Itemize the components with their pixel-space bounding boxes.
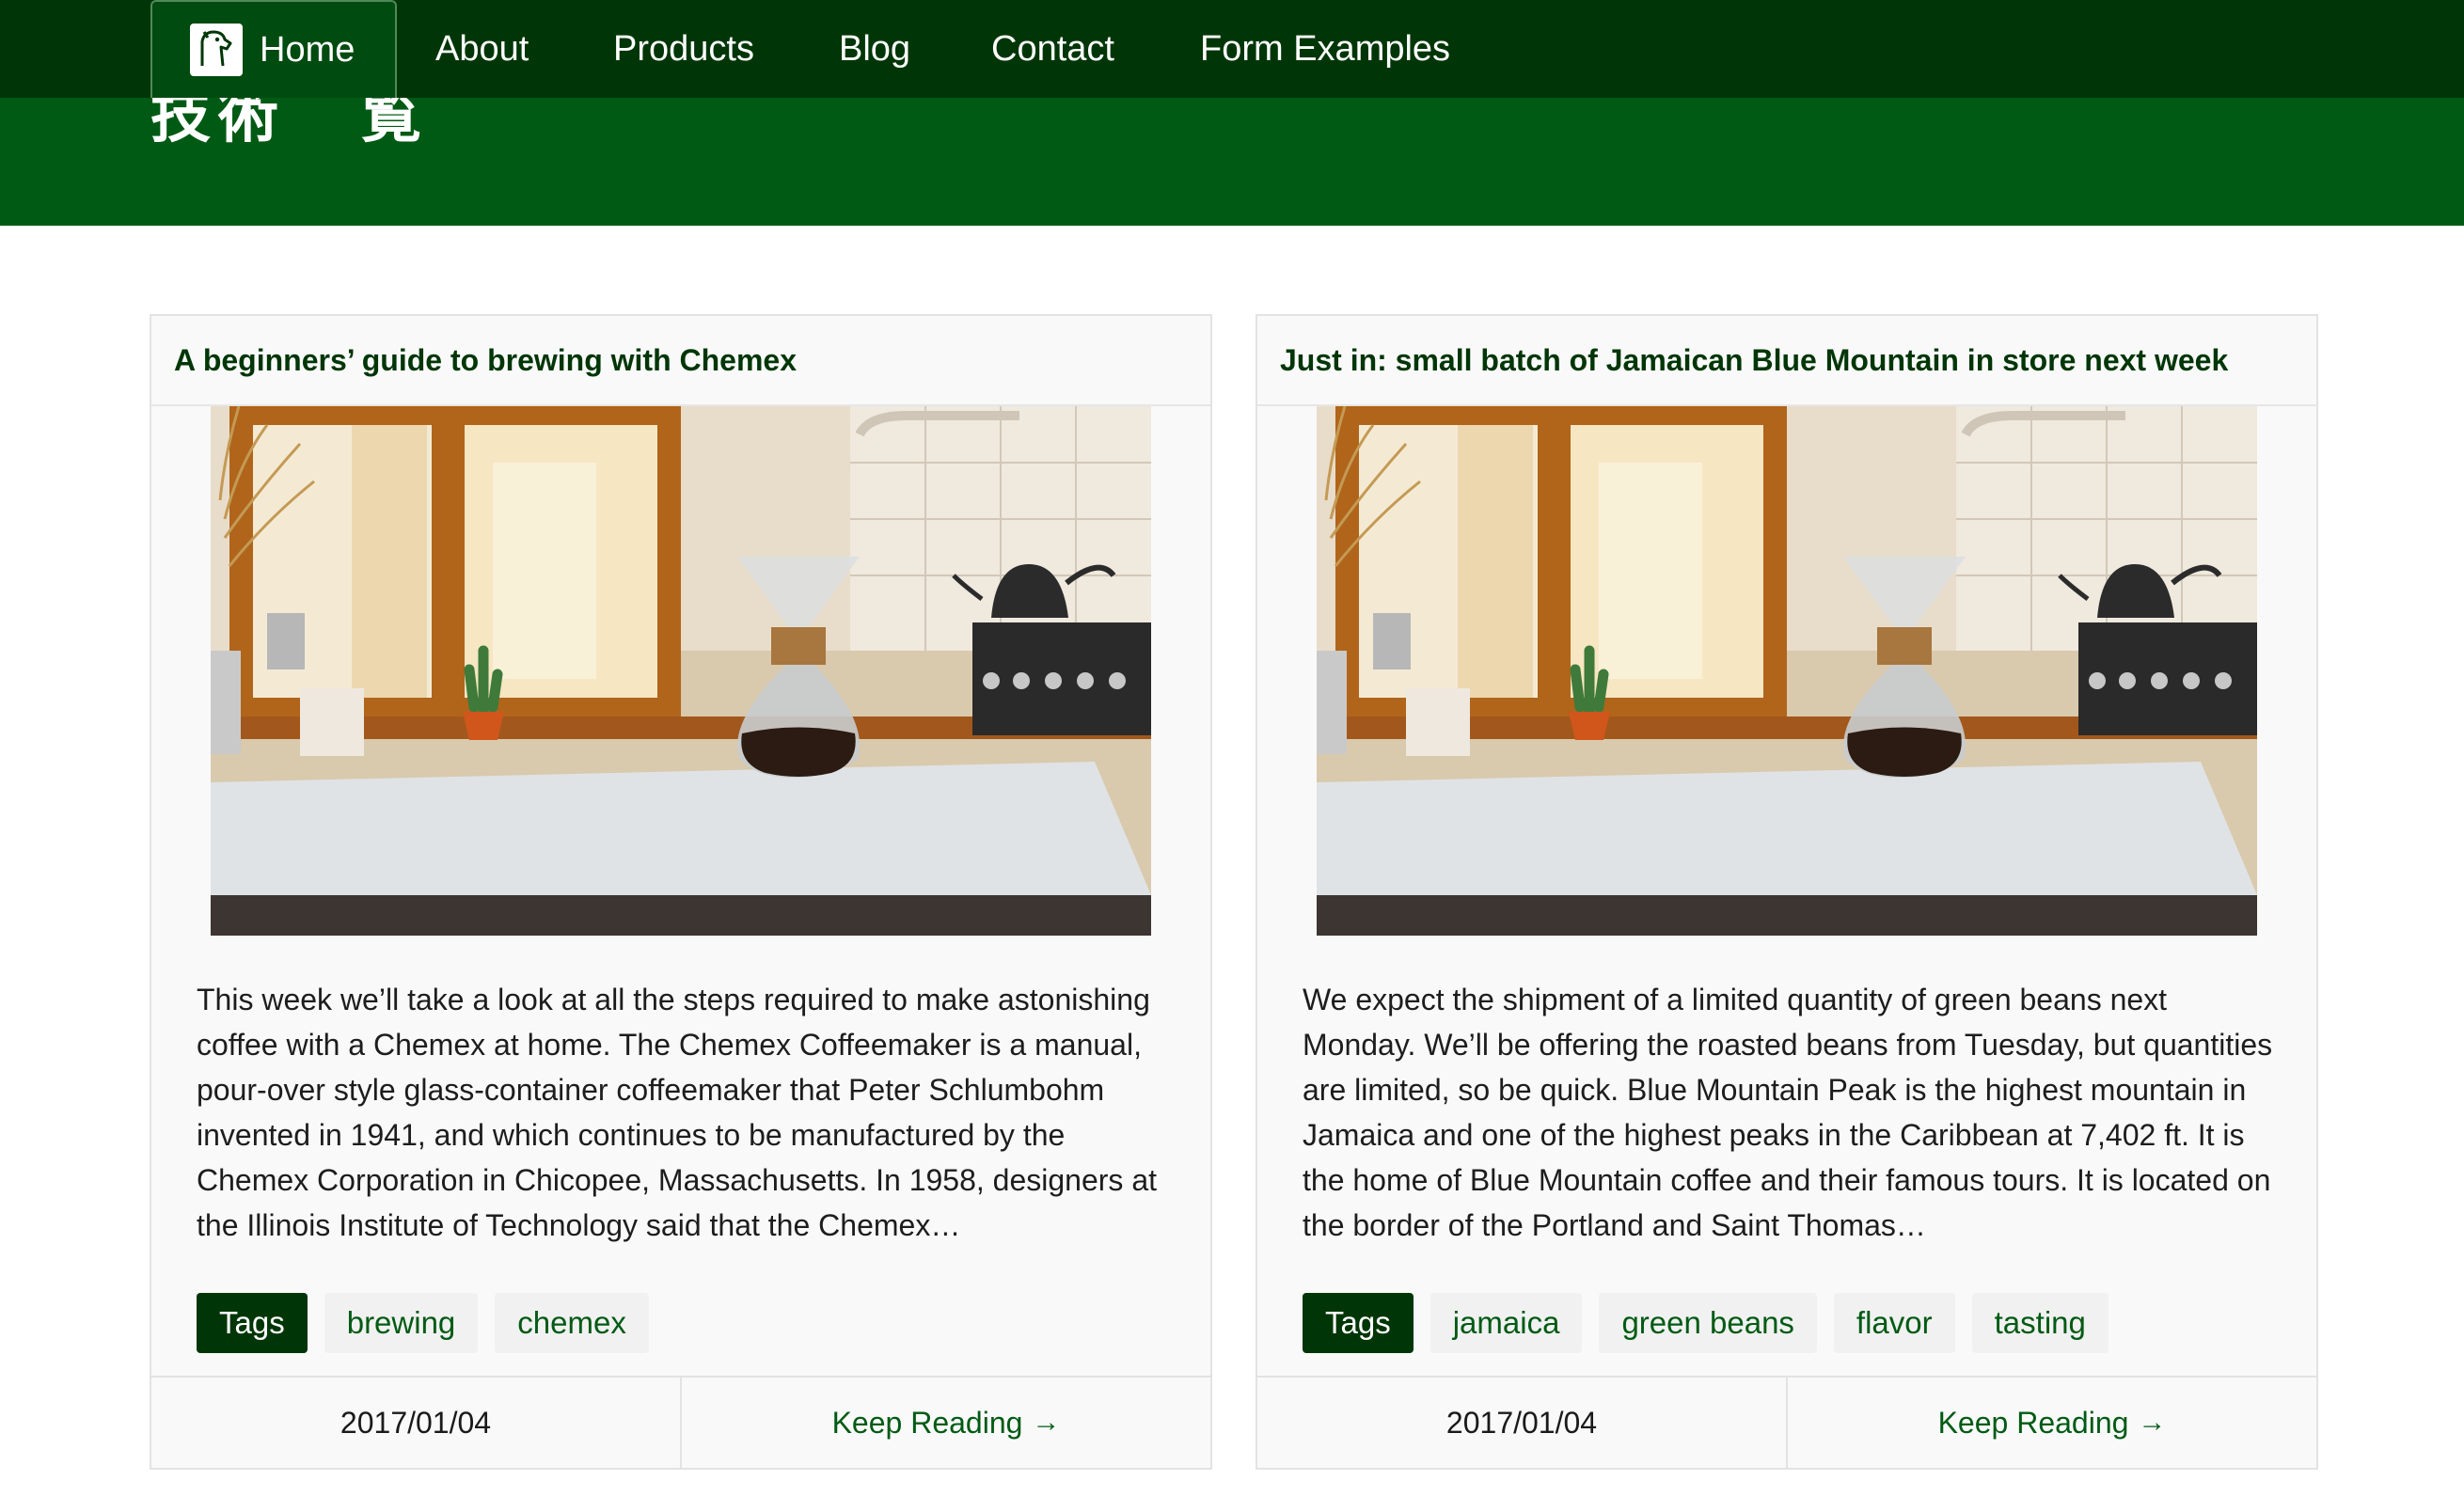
post-card: Just in: small batch of Jamaican Blue Mo… [1256, 314, 2318, 1470]
post-date: 2017/01/04 [1445, 1405, 1598, 1440]
arrow-right-icon: → [1032, 1407, 1061, 1438]
nav-item-products[interactable]: Products [613, 0, 754, 98]
nav-item-home[interactable]: Home [150, 0, 397, 98]
post-title[interactable]: Just in: small batch of Jamaican Blue Mo… [1257, 316, 2316, 406]
arrow-right-icon: → [2138, 1407, 2167, 1438]
nav-item-label: Home [260, 29, 355, 70]
tag-brewing[interactable]: brewing [324, 1293, 479, 1353]
tag-list: Tags brewing chemex [197, 1293, 1210, 1353]
keep-reading-label: Keep Reading [831, 1405, 1023, 1440]
dog-logo-icon [190, 24, 243, 76]
nav-item-form-examples[interactable]: Form Examples [1200, 0, 1450, 98]
post-excerpt: We expect the shipment of a limited quan… [1303, 983, 2273, 1242]
tag-flavor[interactable]: flavor [1833, 1293, 1955, 1353]
post-image[interactable] [1317, 406, 2257, 936]
post-title[interactable]: A beginners’ guide to brewing with Cheme… [151, 316, 1210, 406]
nav-item-about[interactable]: About [435, 0, 529, 98]
keep-reading-label: Keep Reading [1937, 1405, 2129, 1440]
keep-reading-link[interactable]: Keep Reading → [1786, 1378, 2316, 1468]
post-image[interactable] [211, 406, 1151, 936]
post-date: 2017/01/04 [340, 1405, 492, 1440]
tags-label: Tags [1303, 1293, 1414, 1353]
tag-green-beans[interactable]: green beans [1599, 1293, 1817, 1353]
card-footer: 2017/01/04 Keep Reading → [1257, 1376, 2316, 1468]
tag-tasting[interactable]: tasting [1971, 1293, 2109, 1353]
tag-chemex[interactable]: chemex [495, 1293, 649, 1353]
tag-list: Tags jamaica green beans flavor tasting [1303, 1293, 2316, 1353]
post-card: A beginners’ guide to brewing with Cheme… [150, 314, 1212, 1470]
tag-jamaica[interactable]: jamaica [1429, 1293, 1583, 1353]
tags-label: Tags [197, 1293, 308, 1353]
card-footer: 2017/01/04 Keep Reading → [151, 1376, 1210, 1468]
post-excerpt: This week we’ll take a look at all the s… [197, 983, 1157, 1242]
nav-item-contact[interactable]: Contact [991, 0, 1114, 98]
nav-item-blog[interactable]: Blog [839, 0, 910, 98]
top-navbar: Home About Products Blog Contact Form Ex… [0, 0, 2464, 98]
keep-reading-link[interactable]: Keep Reading → [680, 1378, 1210, 1468]
